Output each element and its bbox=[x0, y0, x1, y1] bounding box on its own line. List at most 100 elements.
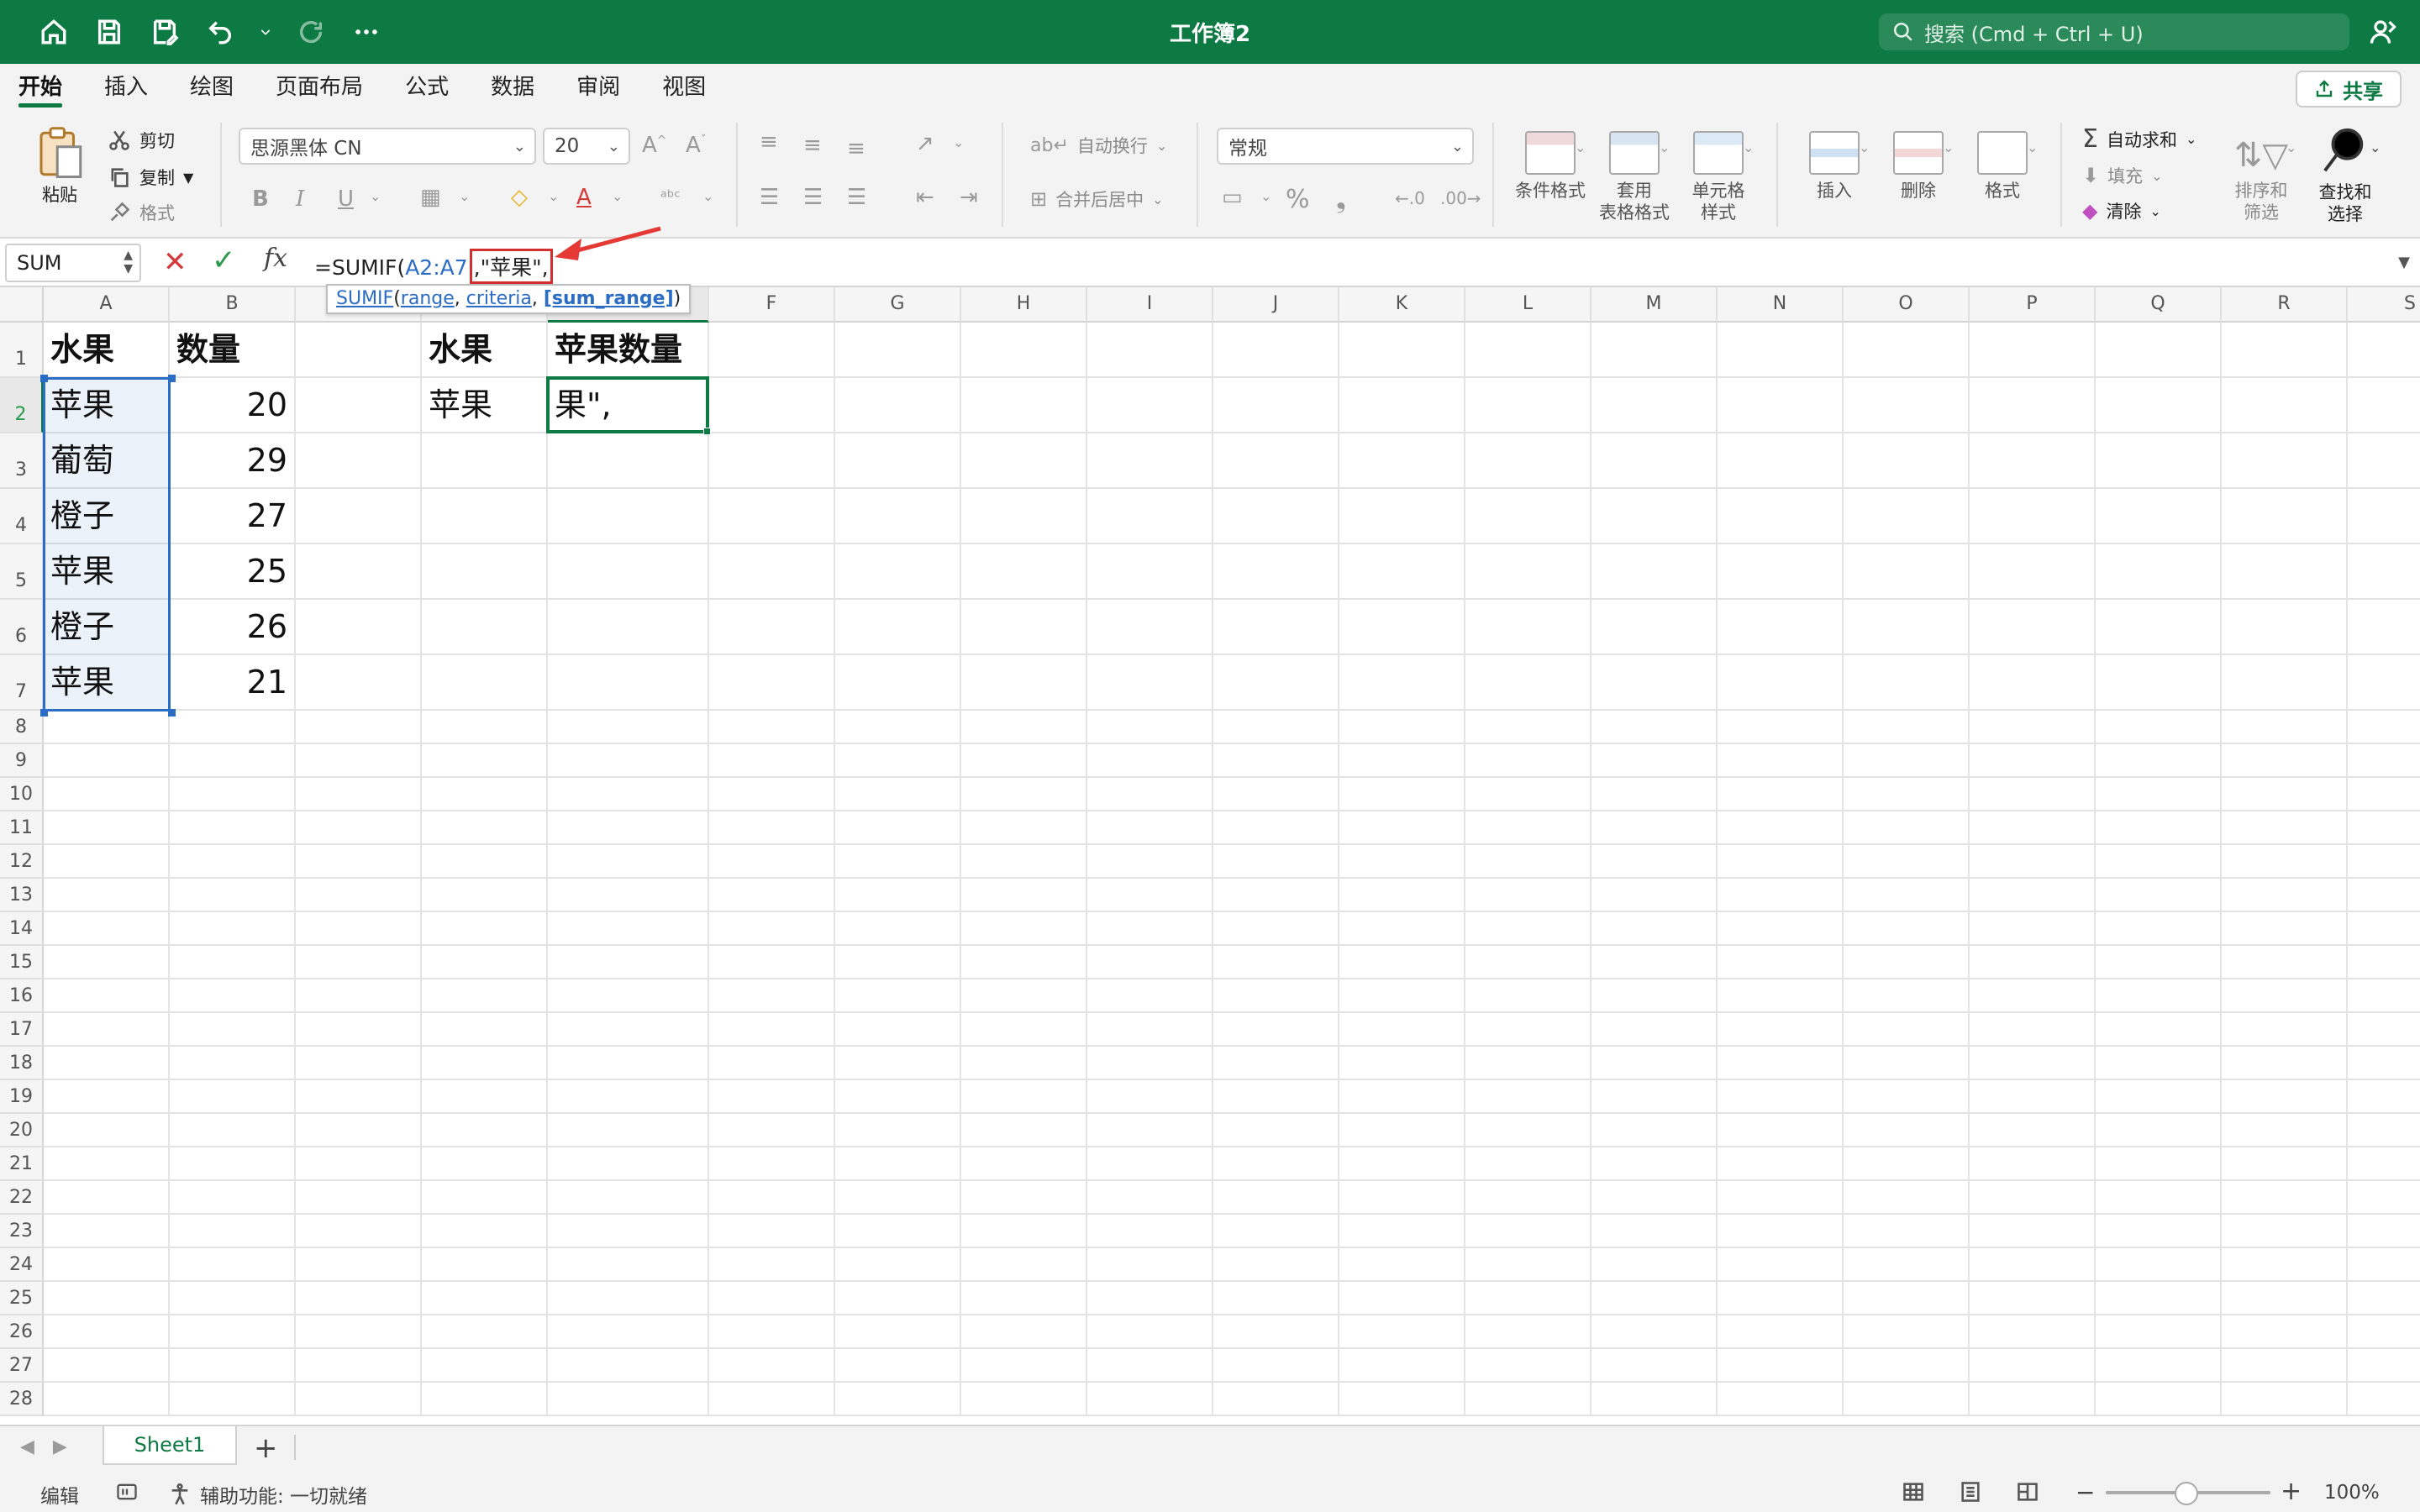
tab-review[interactable]: 审阅 bbox=[576, 64, 620, 111]
font-color-dropdown-icon[interactable]: ⌄ bbox=[612, 188, 623, 204]
increase-decimal-icon[interactable]: ←.0 bbox=[1395, 188, 1425, 208]
row-header-18[interactable]: 18 bbox=[0, 1047, 44, 1080]
range-handle[interactable] bbox=[168, 709, 176, 717]
fill-handle[interactable] bbox=[703, 428, 711, 435]
range-handle[interactable] bbox=[40, 375, 48, 382]
name-box[interactable]: SUM ▲ ▼ bbox=[5, 244, 141, 282]
page-layout-view-icon[interactable] bbox=[1958, 1480, 1983, 1504]
insert-function-button[interactable]: fx bbox=[264, 244, 287, 273]
fill-color-dropdown-icon[interactable]: ⌄ bbox=[548, 188, 559, 204]
row-header-8[interactable]: 8 bbox=[0, 711, 44, 744]
name-box-spinner-icon[interactable]: ▲ ▼ bbox=[124, 249, 133, 276]
format-painter-button[interactable]: 格式 bbox=[108, 200, 175, 225]
chevron-down-icon[interactable]: ⌄ bbox=[1659, 139, 1670, 155]
cell-a2[interactable]: 苹果 bbox=[50, 378, 161, 433]
cell-a5[interactable]: 苹果 bbox=[50, 544, 161, 600]
fill-color-icon[interactable]: ◇ bbox=[511, 185, 528, 210]
accounting-dropdown-icon[interactable]: ⌄ bbox=[1260, 188, 1271, 204]
row-header-6[interactable]: 6 bbox=[0, 600, 44, 655]
normal-view-icon[interactable] bbox=[1901, 1480, 1926, 1504]
orientation-dropdown-icon[interactable]: ⌄ bbox=[953, 134, 964, 150]
row-header-28[interactable]: 28 bbox=[0, 1383, 44, 1416]
row-header-14[interactable]: 14 bbox=[0, 912, 44, 946]
cell-a7[interactable]: 苹果 bbox=[50, 655, 161, 711]
zoom-level[interactable]: 100% bbox=[2324, 1482, 2380, 1504]
cell-b4[interactable]: 27 bbox=[176, 489, 287, 544]
font-name-dropdown[interactable]: 思源黑体 CN ⌄ bbox=[239, 128, 536, 165]
macro-recording-icon[interactable] bbox=[114, 1480, 139, 1504]
borders-icon[interactable]: ▦ bbox=[420, 185, 441, 210]
accessibility-status[interactable]: 辅助功能: 一切就绪 bbox=[168, 1480, 367, 1509]
row-header-17[interactable]: 17 bbox=[0, 1013, 44, 1047]
row-header-13[interactable]: 13 bbox=[0, 879, 44, 912]
spreadsheet-grid[interactable]: ABCDEFGHIJKLMNOPQRS123456789101112131415… bbox=[0, 287, 2420, 1425]
increase-font-icon[interactable]: A^ bbox=[642, 133, 667, 158]
tab-home[interactable]: 开始 bbox=[18, 64, 63, 111]
font-size-dropdown[interactable]: 20 ⌄ bbox=[543, 128, 630, 165]
align-center-icon[interactable]: ☰ bbox=[803, 185, 823, 210]
column-header-n[interactable]: N bbox=[1718, 287, 1844, 323]
range-handle[interactable] bbox=[40, 709, 48, 717]
formula-input[interactable]: =SUMIF(A2:A7 ,"苹果", bbox=[314, 249, 553, 284]
row-header-7[interactable]: 7 bbox=[0, 655, 44, 711]
copy-button[interactable]: 复制 ▼ bbox=[108, 165, 193, 190]
select-all-corner[interactable] bbox=[0, 287, 44, 323]
font-color-icon[interactable]: A bbox=[576, 185, 592, 210]
column-header-h[interactable]: H bbox=[961, 287, 1087, 323]
copy-dropdown-icon[interactable]: ▼ bbox=[183, 170, 193, 186]
column-header-l[interactable]: L bbox=[1465, 287, 1591, 323]
column-header-r[interactable]: R bbox=[2222, 287, 2348, 323]
column-header-k[interactable]: K bbox=[1339, 287, 1465, 323]
range-handle[interactable] bbox=[168, 375, 176, 382]
column-header-p[interactable]: P bbox=[1970, 287, 2096, 323]
increase-indent-icon[interactable]: ⇥ bbox=[960, 185, 978, 210]
row-header-10[interactable]: 10 bbox=[0, 778, 44, 811]
cell-a4[interactable]: 橙子 bbox=[50, 489, 161, 544]
column-header-f[interactable]: F bbox=[709, 287, 835, 323]
add-sheet-button[interactable]: + bbox=[254, 1431, 278, 1465]
row-header-5[interactable]: 5 bbox=[0, 544, 44, 600]
row-header-3[interactable]: 3 bbox=[0, 433, 44, 489]
row-header-26[interactable]: 26 bbox=[0, 1315, 44, 1349]
column-header-b[interactable]: B bbox=[170, 287, 296, 323]
zoom-in-button[interactable]: + bbox=[2281, 1477, 2302, 1506]
bold-button[interactable]: B bbox=[252, 186, 269, 212]
clear-button[interactable]: ◆ 清除 ⌄ bbox=[2082, 198, 2161, 223]
chevron-down-icon[interactable]: ⌄ bbox=[2370, 139, 2381, 155]
cell-b7[interactable]: 21 bbox=[176, 655, 287, 711]
cell-b3[interactable]: 29 bbox=[176, 433, 287, 489]
cell-d2[interactable]: 苹果 bbox=[429, 378, 539, 433]
fill-button[interactable]: ⬇ 填充 ⌄ bbox=[2082, 163, 2163, 188]
tab-view[interactable]: 视图 bbox=[662, 64, 706, 111]
underline-button[interactable]: U bbox=[338, 186, 354, 212]
expand-formula-bar-icon[interactable]: ▼ bbox=[2398, 254, 2410, 271]
column-header-a[interactable]: A bbox=[44, 287, 170, 323]
share-button[interactable]: 共享 bbox=[2296, 71, 2402, 108]
paste-button[interactable]: 粘贴 bbox=[22, 126, 97, 207]
cell-e1[interactable]: 苹果数量 bbox=[555, 323, 701, 378]
row-header-27[interactable]: 27 bbox=[0, 1349, 44, 1383]
column-header-g[interactable]: G bbox=[835, 287, 961, 323]
underline-dropdown-icon[interactable]: ⌄ bbox=[370, 188, 381, 204]
phonetic-icon[interactable]: ᵃᵇᶜ bbox=[660, 186, 681, 207]
align-top-icon[interactable]: ≡ bbox=[760, 129, 778, 155]
cell-b2[interactable]: 20 bbox=[176, 378, 287, 433]
tab-insert[interactable]: 插入 bbox=[104, 64, 148, 111]
accounting-format-icon[interactable]: ▭ bbox=[1222, 185, 1243, 210]
phonetic-dropdown-icon[interactable]: ⌄ bbox=[702, 188, 713, 204]
align-right-icon[interactable]: ☰ bbox=[847, 185, 866, 210]
tab-page-layout[interactable]: 页面布局 bbox=[276, 64, 363, 111]
cancel-formula-icon[interactable]: ✕ bbox=[163, 245, 187, 279]
column-header-j[interactable]: J bbox=[1213, 287, 1339, 323]
chevron-down-icon[interactable]: ⌄ bbox=[2027, 139, 2038, 155]
cell-b5[interactable]: 25 bbox=[176, 544, 287, 600]
tooltip-arg-criteria[interactable]: criteria bbox=[466, 288, 532, 309]
column-header-o[interactable]: O bbox=[1844, 287, 1970, 323]
chevron-down-icon[interactable]: ⌄ bbox=[1575, 139, 1586, 155]
row-header-16[interactable]: 16 bbox=[0, 979, 44, 1013]
cell-b6[interactable]: 26 bbox=[176, 600, 287, 655]
column-header-q[interactable]: Q bbox=[2096, 287, 2222, 323]
row-header-23[interactable]: 23 bbox=[0, 1215, 44, 1248]
row-header-1[interactable]: 1 bbox=[0, 323, 44, 378]
chevron-down-icon[interactable]: ⌄ bbox=[1859, 139, 1870, 155]
